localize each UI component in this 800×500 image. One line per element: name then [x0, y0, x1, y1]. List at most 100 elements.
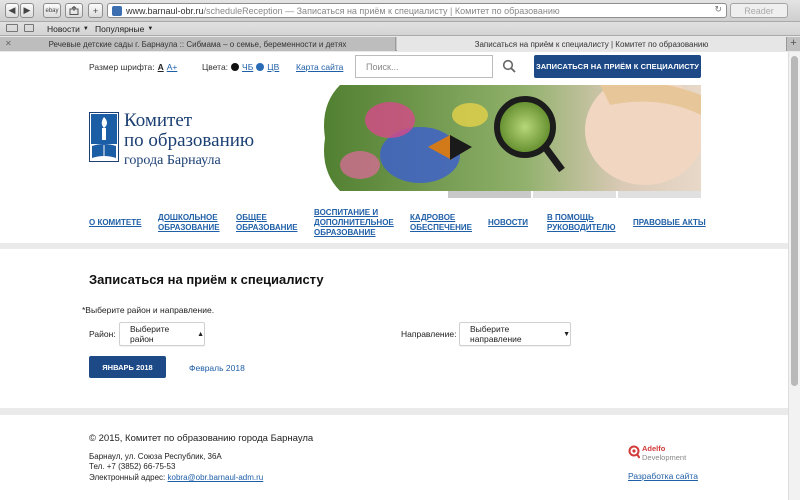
nav-label: КАДРОВОЕ — [410, 213, 456, 222]
tab-reception[interactable]: Записаться на приём к специалисту | Коми… — [397, 37, 786, 51]
direction-label: Направление: — [401, 329, 457, 339]
back-button[interactable]: ◀ — [5, 3, 19, 18]
tab-sibmama[interactable]: ✕ Речевые детские сады г. Барнаула :: Си… — [0, 37, 396, 51]
chevron-down-icon: ▼ — [82, 26, 89, 32]
committee-logo-icon[interactable] — [89, 112, 119, 162]
developer-name-main: Adelfo — [642, 444, 666, 453]
share-icon — [69, 6, 79, 15]
direction-select[interactable]: Выберите направление ▼ — [459, 322, 571, 346]
bookmark-popular[interactable]: Популярные ▼ — [95, 24, 153, 34]
url-main: www.barnaul-obr.ru — [126, 5, 204, 16]
nav-label: О КОМИТЕТЕ — [89, 218, 142, 227]
site-map: Карта сайта — [296, 62, 343, 72]
nav-label: РУКОВОДИТЕЛЮ — [547, 223, 616, 232]
web-page: Размер шрифта: A A+ Цвета: ЧБ ЦВ Карта с… — [0, 52, 788, 500]
caret-up-icon: ▲ — [197, 330, 204, 338]
scrollbar-thumb[interactable] — [791, 56, 798, 386]
district-select[interactable]: Выберите район ▲ — [119, 322, 205, 346]
bw-dot-icon — [231, 63, 240, 71]
nav-label: В ПОМОЩЬ — [547, 213, 594, 222]
browser-toolbar: ◀ ▶ ebay + www.barnaul-obr.ru/scheduleRe… — [0, 0, 800, 22]
nav-staffing[interactable]: КАДРОВОЕ ОБЕСПЕЧЕНИЕ — [410, 213, 472, 233]
forward-button[interactable]: ▶ — [20, 3, 34, 18]
adelfo-logo-icon — [628, 445, 640, 459]
color-link[interactable]: ЦВ — [267, 62, 279, 72]
nav-label: ОБЩЕЕ — [236, 213, 267, 222]
site-map-link[interactable]: Карта сайта — [296, 62, 343, 72]
reload-icon[interactable]: ↻ — [714, 4, 722, 15]
add-bookmark-button[interactable]: + — [88, 3, 103, 18]
caret-down-icon: ▼ — [563, 330, 570, 338]
url-sep: — — [282, 5, 297, 16]
direction-select-value: Выберите направление — [470, 324, 522, 344]
org-line-3: города Барнаула — [124, 153, 221, 168]
bookmarks-book-icon[interactable] — [6, 24, 18, 32]
font-size-label: Размер шрифта: — [89, 62, 155, 72]
nav-label: ОБЕСПЕЧЕНИЕ — [410, 223, 472, 232]
slider-indicator-2[interactable] — [533, 191, 616, 198]
bookmarks-bar: Новости ▼ Популярные ▼ — [0, 22, 800, 36]
nav-label: ДОШКОЛЬНОЕ — [158, 213, 218, 222]
site-favicon-icon — [112, 6, 122, 16]
district-select-value: Выберите район — [130, 324, 170, 344]
share-button[interactable] — [65, 3, 83, 18]
nav-general[interactable]: ОБЩЕЕ ОБРАЗОВАНИЕ — [236, 213, 298, 233]
developer-name: Adelfo Development — [642, 444, 686, 462]
month-january-button[interactable]: ЯНВАРЬ 2018 — [89, 356, 166, 378]
address-bar[interactable]: www.barnaul-obr.ru/scheduleReception — З… — [107, 3, 727, 18]
footer-phone: Тел. +7 (3852) 66-75-53 — [89, 462, 176, 471]
schedule-reception-button[interactable]: ЗАПИСАТЬСЯ НА ПРИЁМ К СПЕЦИАЛИСТУ — [534, 55, 701, 78]
org-line-1: Комитет — [124, 110, 193, 131]
org-line-2: по образованию — [124, 130, 255, 151]
header-banner-image — [300, 85, 701, 191]
footer-copyright: © 2015, Комитет по образованию города Ба… — [89, 433, 314, 444]
url-page-title: Записаться на приём к специалисту | Коми… — [296, 5, 560, 16]
reader-button[interactable]: Reader — [730, 3, 788, 18]
month-february-link[interactable]: Февраль 2018 — [189, 363, 245, 373]
tab-bar: ✕ Речевые детские сады г. Барнаула :: Си… — [0, 37, 800, 51]
bw-link[interactable]: ЧБ — [242, 62, 253, 72]
nav-label: НОВОСТИ — [488, 218, 529, 227]
footer-email-link[interactable]: kobra@obr.barnaul-adm.ru — [168, 473, 264, 482]
slider-indicator-1[interactable] — [448, 191, 531, 198]
bookmark-popular-label: Популярные — [95, 24, 145, 34]
search-input[interactable]: Поиск... — [355, 55, 493, 78]
developer-name-sub: Development — [642, 453, 687, 462]
nav-preschool[interactable]: ДОШКОЛЬНОЕ ОБРАЗОВАНИЕ — [158, 213, 220, 233]
close-tab-icon[interactable]: ✕ — [5, 39, 12, 48]
slider-indicator-3[interactable] — [618, 191, 701, 198]
nav-upbringing[interactable]: ВОСПИТАНИЕ И ДОПОЛНИТЕЛЬНОЕ ОБРАЗОВАНИЕ — [314, 208, 394, 238]
chevron-down-icon: ▼ — [147, 26, 154, 32]
url-path: /scheduleReception — [203, 5, 283, 16]
nav-label: ДОПОЛНИТЕЛЬНОЕ — [314, 218, 394, 227]
colors-label: Цвета: — [202, 62, 229, 72]
page-title: Записаться на приём к специалисту — [89, 272, 324, 287]
developer-logo[interactable]: Adelfo Development — [628, 444, 718, 468]
nav-label: ОБРАЗОВАНИЕ — [314, 228, 376, 237]
nav-news[interactable]: НОВОСТИ — [488, 218, 528, 228]
district-label: Район: — [89, 329, 116, 339]
nav-label: ОБРАЗОВАНИЕ — [236, 223, 298, 232]
nav-legal[interactable]: ПРАВОВЫЕ АКТЫ — [633, 218, 706, 228]
ebay-button[interactable]: ebay — [43, 3, 61, 18]
footer-email-row: Электронный адрес: kobra@obr.barnaul-adm… — [89, 473, 263, 482]
page-scrollbar[interactable] — [788, 52, 800, 500]
bookmark-news[interactable]: Новости ▼ — [47, 24, 89, 34]
new-tab-button[interactable]: + — [786, 37, 800, 51]
reading-list-icon[interactable] — [24, 24, 34, 32]
font-normal-link[interactable]: A — [158, 62, 164, 72]
developer-link[interactable]: Разработка сайта — [628, 471, 698, 481]
nav-label: ВОСПИТАНИЕ И — [314, 208, 379, 217]
tab-label: Речевые детские сады г. Барнаула :: Сибм… — [48, 39, 347, 49]
nav-manager-help[interactable]: В ПОМОЩЬ РУКОВОДИТЕЛЮ — [547, 213, 616, 233]
tab-label: Записаться на приём к специалисту | Коми… — [474, 39, 709, 49]
color-dot-icon — [256, 63, 265, 71]
font-large-link[interactable]: A+ — [167, 62, 178, 72]
color-scheme-control: Цвета: ЧБ ЦВ — [202, 62, 279, 72]
bookmark-news-label: Новости — [47, 24, 80, 34]
search-icon[interactable] — [502, 59, 516, 73]
form-hint: *Выберите район и направление. — [82, 305, 215, 315]
font-size-control: Размер шрифта: A A+ — [89, 62, 177, 72]
nav-about[interactable]: О КОМИТЕТЕ — [89, 218, 141, 228]
org-name[interactable]: Комитет по образованию города Барнаула — [124, 111, 254, 171]
